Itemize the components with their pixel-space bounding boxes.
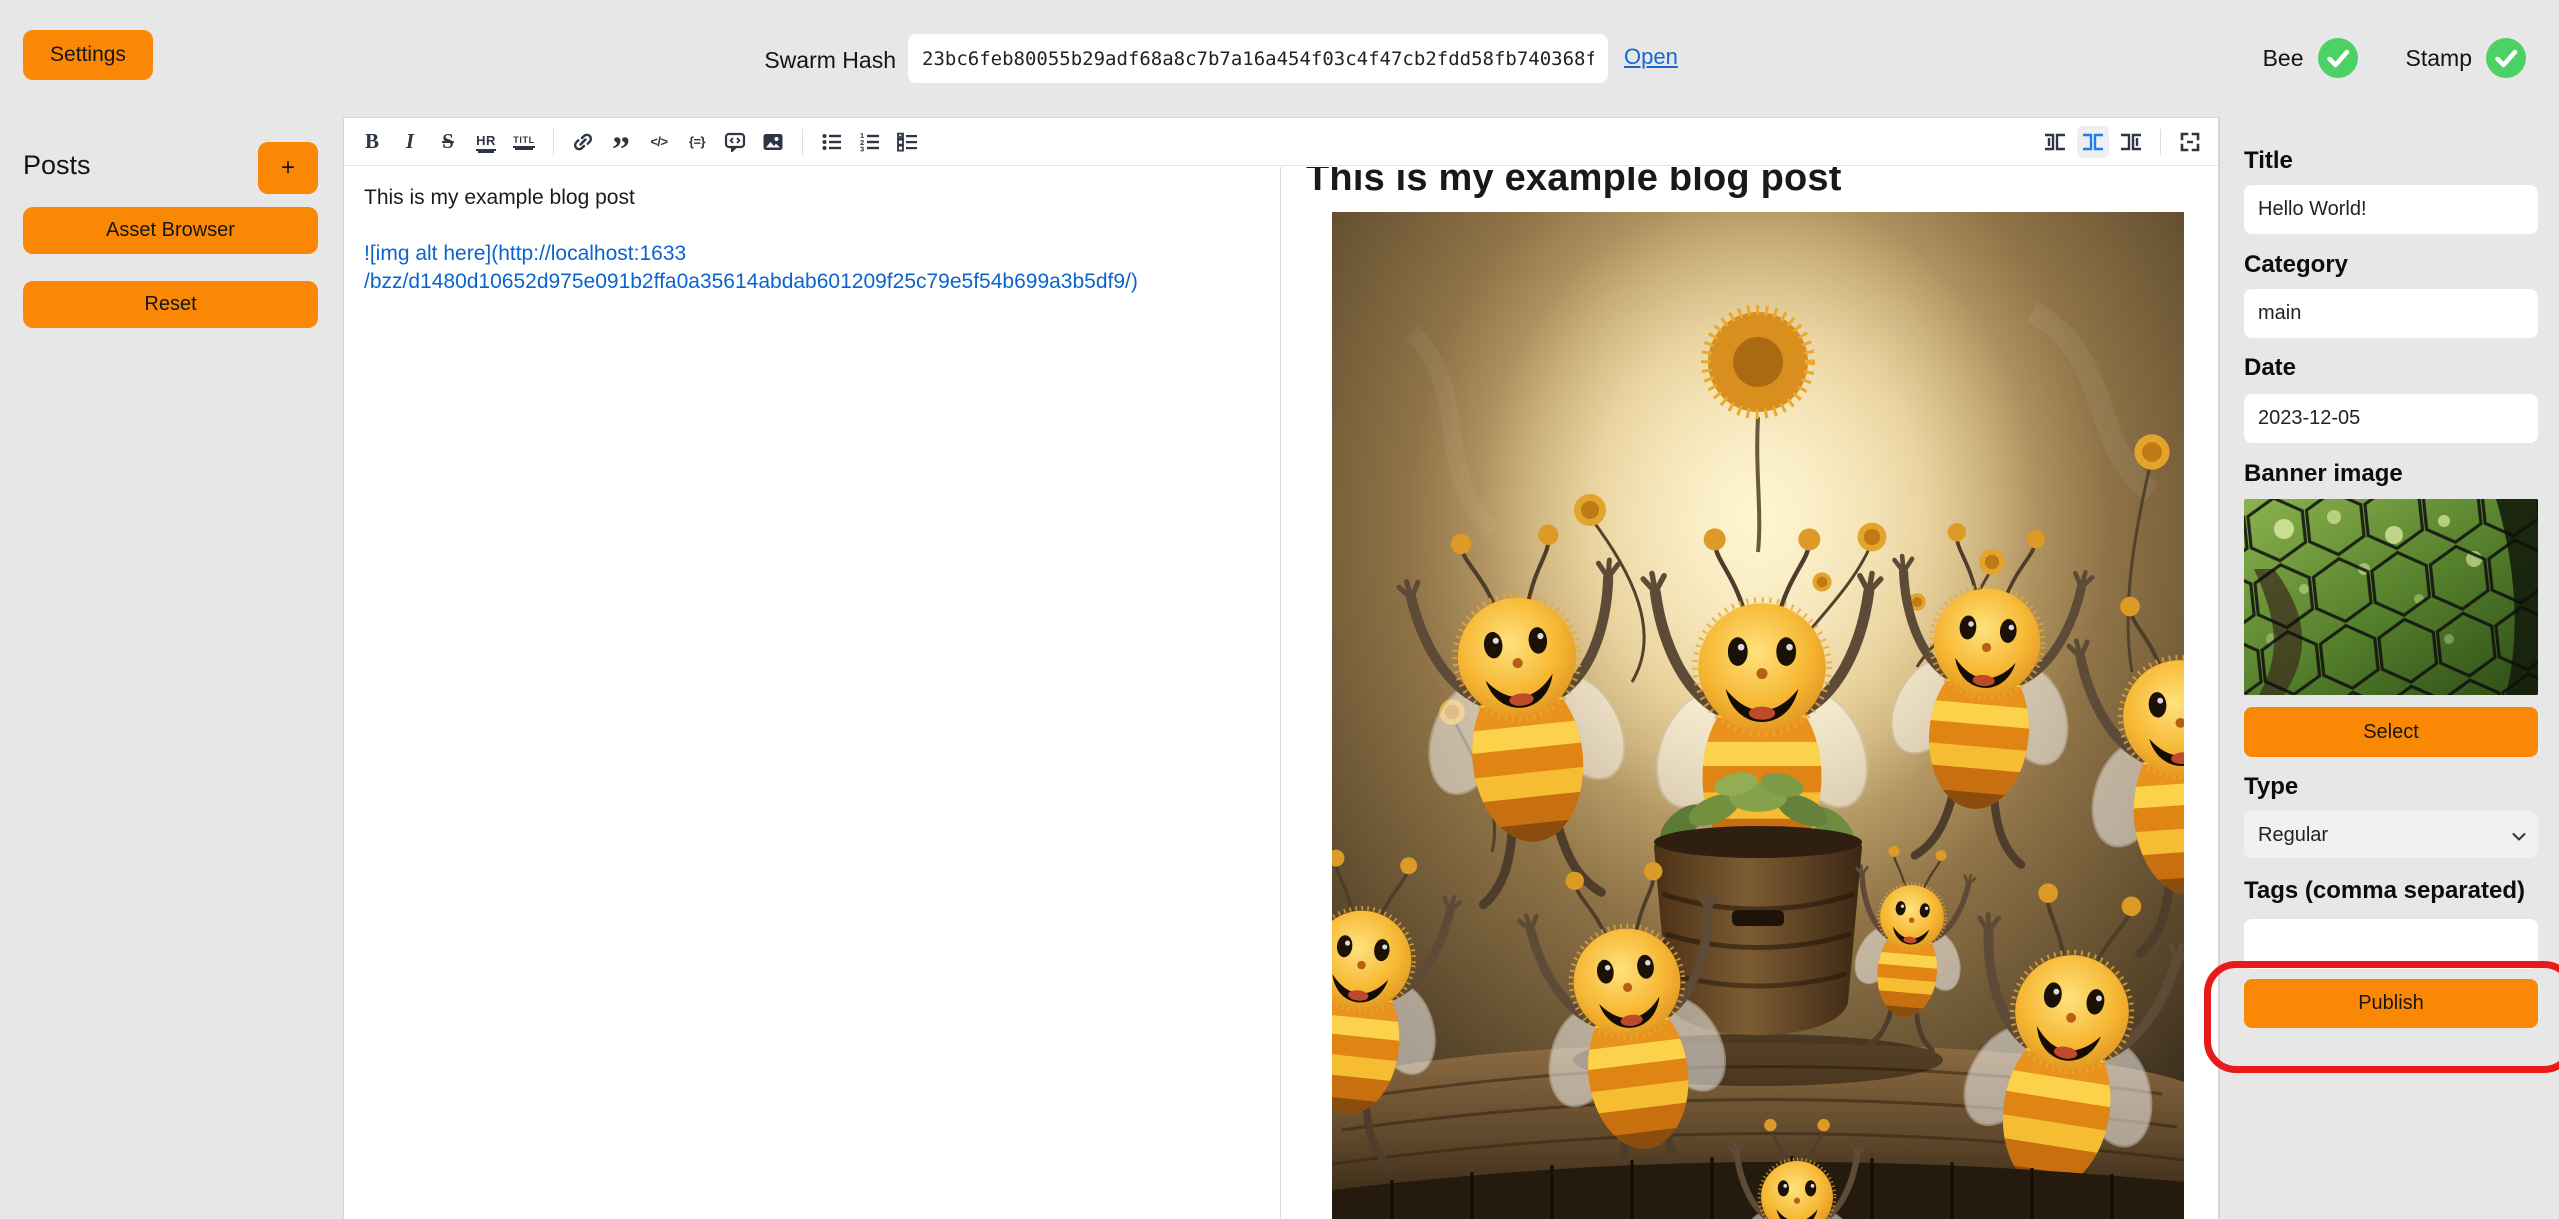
layout-editor-only-icon[interactable] (2039, 126, 2071, 158)
preview-post-heading: This is my example blog post (1306, 167, 2194, 200)
tags-input[interactable] (2244, 919, 2538, 969)
stamp-check-icon (2486, 38, 2526, 78)
type-label: Type (2244, 773, 2298, 801)
markdown-editor-shell: B I S HR TITL ” </> {=} (343, 117, 2219, 1219)
editor-line: This is my example blog post (364, 184, 1260, 212)
swarm-hash-input[interactable] (908, 34, 1608, 83)
category-input[interactable] (2244, 289, 2538, 338)
editor-line-markdown-image: ![img alt here](http://localhost:1633 (364, 240, 1260, 268)
category-label: Category (2244, 251, 2348, 279)
task-list-icon[interactable] (892, 126, 924, 158)
layout-split-icon[interactable] (2077, 126, 2109, 158)
unordered-list-icon[interactable] (816, 126, 848, 158)
comment-icon[interactable] (719, 126, 751, 158)
toolbar-separator (2160, 129, 2161, 155)
open-link[interactable]: Open (1624, 44, 1678, 70)
image-icon[interactable] (757, 126, 789, 158)
fullscreen-icon[interactable] (2174, 126, 2206, 158)
toolbar-separator (553, 129, 554, 155)
editor-toolbar: B I S HR TITL ” </> {=} (344, 118, 2218, 166)
title-input[interactable] (2244, 185, 2538, 234)
horizontal-rule-icon[interactable]: HR (470, 126, 502, 158)
quote-icon[interactable]: ” (605, 126, 637, 158)
editor-line-markdown-image: /bzz/d1480d10652d975e091b2ffa0a35614abda… (364, 268, 1260, 296)
banner-image-thumbnail (2244, 499, 2538, 695)
post-properties-sidebar: Title Category Date Banner image (2219, 117, 2559, 1219)
code-block-icon[interactable]: {=} (681, 126, 713, 158)
layout-preview-only-icon[interactable] (2115, 126, 2147, 158)
post-bee-illustration (1332, 212, 2184, 1219)
publish-button[interactable]: Publish (2244, 979, 2538, 1028)
toolbar-separator (802, 129, 803, 155)
title-label: Title (2244, 147, 2293, 175)
link-icon[interactable] (567, 126, 599, 158)
settings-button[interactable]: Settings (23, 30, 153, 80)
ordered-list-icon[interactable]: 1 2 3 (854, 126, 886, 158)
asset-browser-button[interactable]: Asset Browser (23, 207, 318, 254)
inline-code-icon[interactable]: </> (643, 126, 675, 158)
bee-status-label: Bee (2263, 45, 2304, 72)
markdown-preview-pane: This is my example blog post (1281, 167, 2218, 1219)
swarm-hash-label: Swarm Hash (700, 47, 896, 74)
bold-icon[interactable]: B (356, 126, 388, 158)
italic-icon[interactable]: I (394, 126, 426, 158)
stamp-status-label: Stamp (2406, 45, 2472, 72)
strikethrough-icon[interactable]: S (432, 126, 464, 158)
tags-label: Tags (comma separated) (2244, 877, 2525, 905)
svg-text:3: 3 (860, 144, 864, 153)
node-status-group: Bee Stamp (2263, 38, 2526, 78)
date-label: Date (2244, 354, 2296, 382)
type-select[interactable]: Regular (2244, 811, 2538, 858)
editor-panes: This is my example blog post ![img alt h… (344, 167, 2218, 1219)
bee-check-icon (2318, 38, 2358, 78)
banner-image-label: Banner image (2244, 460, 2403, 488)
markdown-source-editor[interactable]: This is my example blog post ![img alt h… (344, 167, 1281, 1219)
etherjot-app: Settings Swarm Hash Open Bee Stamp Posts… (0, 0, 2559, 1219)
date-input[interactable] (2244, 394, 2538, 443)
new-post-button[interactable]: + (258, 142, 318, 194)
title-icon[interactable]: TITL (508, 126, 540, 158)
posts-heading: Posts (23, 150, 91, 181)
banner-select-button[interactable]: Select (2244, 707, 2538, 757)
editor-line (364, 212, 1260, 240)
reset-button[interactable]: Reset (23, 281, 318, 328)
